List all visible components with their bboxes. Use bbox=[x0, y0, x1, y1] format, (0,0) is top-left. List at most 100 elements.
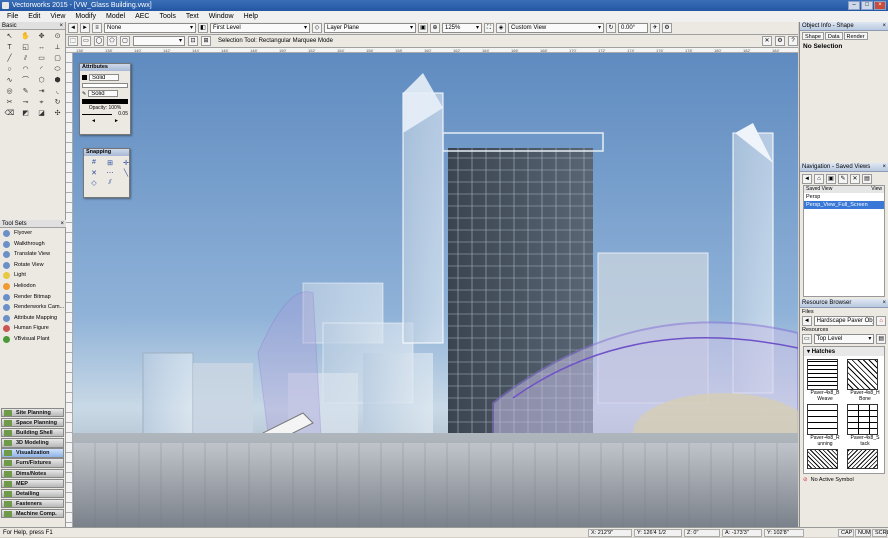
category-furn-fixtures[interactable]: Furn/Fixtures bbox=[1, 458, 64, 467]
handles-icon[interactable]: ⊞ bbox=[201, 36, 211, 46]
polygon-select-icon[interactable]: ⬠ bbox=[107, 36, 117, 46]
resource-item[interactable] bbox=[807, 449, 845, 469]
category-mep[interactable]: MEP bbox=[1, 479, 64, 488]
polyline-tool-icon[interactable]: ⌒ bbox=[18, 76, 33, 86]
connect-tool-icon[interactable]: ⊸ bbox=[18, 98, 33, 108]
menu-view[interactable]: View bbox=[45, 11, 70, 22]
menu-model[interactable]: Model bbox=[101, 11, 130, 22]
close-icon[interactable]: × bbox=[60, 220, 64, 228]
resource-item[interactable]: Paver-4x8_H Bone bbox=[847, 359, 885, 402]
tab-render[interactable]: Render bbox=[844, 32, 868, 40]
callout-tool-icon[interactable]: ◱ bbox=[18, 43, 33, 53]
category-visualization[interactable]: Visualization bbox=[1, 448, 64, 457]
attribute-map-tool-icon[interactable]: ◩ bbox=[18, 109, 33, 119]
reshape-tool-icon[interactable]: ⌖ bbox=[34, 98, 49, 108]
fill-swatch[interactable] bbox=[82, 83, 128, 88]
nav-options-icon[interactable]: ▤ bbox=[862, 174, 872, 184]
drawing-viewport[interactable]: Attributes Solid ✎Solid Opacity: 100% 0.… bbox=[73, 53, 798, 527]
selection-tool-icon[interactable]: ↖ bbox=[2, 32, 17, 42]
snap-object-icon[interactable]: ⊞ bbox=[103, 159, 117, 167]
eraser-tool-icon[interactable]: ⌫ bbox=[2, 109, 17, 119]
arc-tool-icon[interactable]: ◠ bbox=[18, 65, 33, 75]
nav-home-icon[interactable]: ⌂ bbox=[814, 174, 824, 184]
close-icon[interactable]: × bbox=[882, 299, 886, 308]
folder-select[interactable]: Top Level▾ bbox=[814, 334, 875, 344]
tool-render-bitmap[interactable]: Render Bitmap bbox=[0, 292, 66, 303]
lasso-icon[interactable]: ◯ bbox=[94, 36, 104, 46]
freehand-tool-icon[interactable]: ∿ bbox=[2, 76, 17, 86]
view-icon[interactable]: ◈ bbox=[496, 23, 506, 33]
plane-select[interactable]: Layer Plane▾ bbox=[324, 23, 416, 33]
flyover-icon[interactable]: ✈ bbox=[650, 23, 660, 33]
category-space-planning[interactable]: Space Planning bbox=[1, 418, 64, 427]
fill-style-select[interactable]: Solid bbox=[89, 74, 119, 81]
arrow-start-icon[interactable]: ◄ bbox=[91, 118, 96, 124]
maximize-button[interactable]: □ bbox=[861, 1, 873, 10]
rotate-tool-icon[interactable]: ↻ bbox=[50, 98, 65, 108]
tool-options-icon[interactable]: ✕ bbox=[762, 36, 772, 46]
pan-tool-icon[interactable]: ✋ bbox=[18, 32, 33, 42]
settings-icon[interactable]: ⚙ bbox=[775, 36, 785, 46]
file-nav-icon[interactable]: ◄ bbox=[802, 316, 812, 326]
nav-save-view-icon[interactable]: ▣ bbox=[826, 174, 836, 184]
tool-translate-view[interactable]: Translate View bbox=[0, 249, 66, 260]
close-icon[interactable]: × bbox=[882, 163, 886, 172]
polygon-tool-icon[interactable]: ⬡ bbox=[34, 76, 49, 86]
menu-help[interactable]: Help bbox=[239, 11, 263, 22]
tool-flyover[interactable]: Flyover bbox=[0, 228, 66, 239]
pen-style-select[interactable]: Solid bbox=[88, 90, 118, 97]
double-line-tool-icon[interactable]: ⫽ bbox=[18, 54, 33, 64]
tool-attribute-mapping[interactable]: Attribute Mapping bbox=[0, 313, 66, 324]
resource-item[interactable]: Paver-4x8_S tack bbox=[847, 404, 885, 447]
text-tool-icon[interactable]: T bbox=[2, 43, 17, 53]
menu-window[interactable]: Window bbox=[204, 11, 239, 22]
tool-vbvisual-plant[interactable]: VBvisual Plant bbox=[0, 334, 66, 345]
rotate-icon[interactable]: ↻ bbox=[606, 23, 616, 33]
resource-item[interactable] bbox=[847, 449, 885, 469]
resource-item[interactable]: Paver-4x8_R unning bbox=[807, 404, 845, 447]
zoom-icon[interactable]: ⊕ bbox=[430, 23, 440, 33]
nav-back-icon[interactable]: ◄ bbox=[802, 174, 812, 184]
menu-edit[interactable]: Edit bbox=[23, 11, 45, 22]
snap-angle-icon[interactable]: ✛ bbox=[119, 159, 133, 167]
angle-field[interactable]: 0.00° bbox=[618, 23, 648, 33]
render-icon[interactable]: ▣ bbox=[418, 23, 428, 33]
rounded-rect-tool-icon[interactable]: ▢ bbox=[50, 54, 65, 64]
mode-select[interactable]: ▾ bbox=[133, 36, 185, 46]
dimension-tool-icon[interactable]: ↔ bbox=[34, 43, 49, 53]
category-3d-modeling[interactable]: 3D Modeling bbox=[1, 438, 64, 447]
zoom-field[interactable]: 125%▾ bbox=[442, 23, 482, 33]
pen-weight-value[interactable]: 0.05 bbox=[118, 111, 128, 117]
back-icon[interactable]: ◄ bbox=[68, 23, 78, 33]
marquee-icon[interactable]: ▭ bbox=[81, 36, 91, 46]
mirror-tool-icon[interactable]: ⟂ bbox=[50, 43, 65, 53]
menu-tools[interactable]: Tools bbox=[155, 11, 181, 22]
layer-select[interactable]: First Level▾ bbox=[210, 23, 310, 33]
snap-working-plane-icon[interactable]: ⫽ bbox=[103, 179, 117, 187]
tab-data[interactable]: Data bbox=[825, 32, 843, 40]
tool-renderworks-camera[interactable]: Renderworks Cam... bbox=[0, 302, 66, 313]
category-site-planning[interactable]: Site Planning bbox=[1, 408, 64, 417]
menu-aec[interactable]: AEC bbox=[130, 11, 154, 22]
category-fasteners[interactable]: Fasteners bbox=[1, 499, 64, 508]
snap-intersection-icon[interactable]: ✕ bbox=[87, 169, 101, 177]
options-icon[interactable]: ⚙ bbox=[662, 23, 672, 33]
zoom-tool-icon[interactable]: ⊙ bbox=[50, 32, 65, 42]
offset-tool-icon[interactable]: ⇥ bbox=[34, 87, 49, 97]
fillet-tool-icon[interactable]: ◟ bbox=[50, 87, 65, 97]
close-icon[interactable]: × bbox=[882, 22, 886, 31]
circle-tool-icon[interactable]: ○ bbox=[2, 65, 17, 75]
options-icon[interactable]: ▤ bbox=[876, 334, 886, 344]
flyover-tool-icon[interactable]: ✥ bbox=[34, 32, 49, 42]
menu-file[interactable]: File bbox=[2, 11, 23, 22]
quarter-arc-tool-icon[interactable]: ◜ bbox=[34, 65, 49, 75]
snap-tangent-icon[interactable]: ◇ bbox=[87, 179, 101, 187]
hatches-section[interactable]: ▾ Hatches bbox=[804, 347, 884, 356]
category-building-shell[interactable]: Building Shell bbox=[1, 428, 64, 437]
close-icon[interactable]: × bbox=[59, 22, 63, 30]
tool-light[interactable]: Light bbox=[0, 270, 66, 281]
snap-grid-icon[interactable]: # bbox=[87, 159, 101, 167]
rectangle-tool-icon[interactable]: ▭ bbox=[34, 54, 49, 64]
snap-distance-icon[interactable]: ⋯ bbox=[103, 169, 117, 177]
arrow-end-icon[interactable]: ► bbox=[114, 118, 119, 124]
